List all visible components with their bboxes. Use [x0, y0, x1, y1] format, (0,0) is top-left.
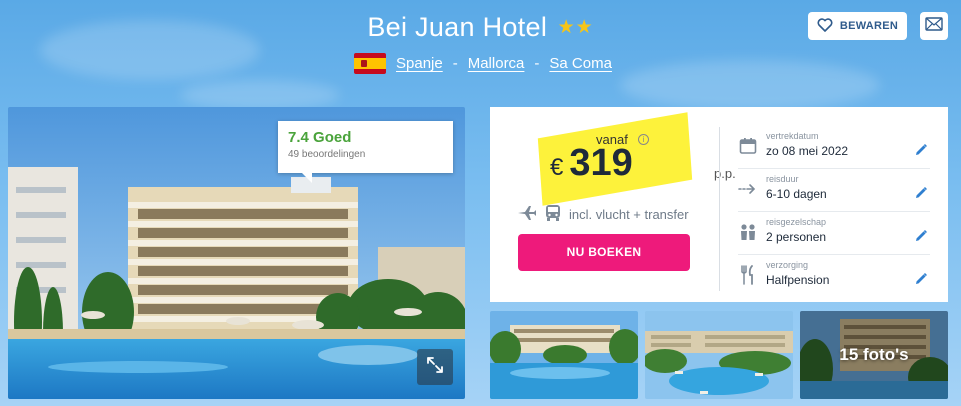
- location-breadcrumb: Spanje - Mallorca - Sa Coma: [354, 53, 612, 74]
- detail-label: verzorging: [766, 260, 809, 270]
- info-icon[interactable]: i: [638, 134, 649, 145]
- rating-score: 7.4: [288, 129, 309, 146]
- price-currency: €: [550, 154, 564, 181]
- gallery-thumbnail-more[interactable]: 15 foto's: [800, 311, 948, 399]
- more-photos-label: 15 foto's: [839, 345, 909, 364]
- detail-duration[interactable]: reisduur 6-10 dagen: [738, 170, 928, 208]
- rating-score-line: 7.4 Goed: [288, 129, 443, 146]
- duration-arrow-icon: [738, 179, 758, 199]
- book-now-button[interactable]: NU BOEKEN: [518, 234, 690, 271]
- detail-value: Halfpension: [766, 273, 830, 287]
- heart-icon: [817, 17, 833, 35]
- price-row: € 319: [550, 142, 633, 185]
- pencil-icon[interactable]: [914, 272, 928, 291]
- detail-travel-party[interactable]: reisgezelschap 2 personen: [738, 213, 928, 251]
- location-city-link[interactable]: Sa Coma: [549, 55, 612, 72]
- spain-flag-icon: [354, 53, 386, 74]
- includes-text: incl. vlucht + transfer: [569, 207, 689, 222]
- price-amount: 319: [569, 142, 633, 184]
- cutlery-icon: [738, 265, 758, 285]
- calendar-icon: [738, 136, 758, 156]
- expand-icon: [426, 356, 444, 379]
- people-icon: [738, 222, 758, 242]
- detail-label: reisgezelschap: [766, 217, 827, 227]
- rating-label: Goed: [313, 129, 352, 146]
- pencil-icon[interactable]: [914, 186, 928, 205]
- detail-value: 6-10 dagen: [766, 187, 827, 201]
- panel-divider: [719, 127, 720, 291]
- detail-label: reisduur: [766, 174, 799, 184]
- price-per-person: p.p.: [714, 166, 736, 181]
- plane-icon: [517, 205, 537, 224]
- mail-button[interactable]: [920, 12, 948, 40]
- detail-departure-date[interactable]: vertrekdatum zo 08 mei 2022: [738, 127, 928, 165]
- detail-separator: [738, 168, 930, 169]
- bus-icon: [545, 204, 561, 225]
- location-separator: -: [452, 55, 458, 72]
- expand-photo-button[interactable]: [417, 349, 453, 385]
- save-button[interactable]: BEWAREN: [808, 12, 907, 40]
- detail-separator: [738, 211, 930, 212]
- price-block: vanaf i € 319 p.p.: [537, 112, 736, 206]
- location-country-link[interactable]: Spanje: [396, 55, 443, 72]
- detail-value: zo 08 mei 2022: [766, 144, 849, 158]
- detail-separator: [738, 254, 930, 255]
- rating-review-count: 49 beoordelingen: [288, 149, 366, 160]
- pencil-icon[interactable]: [914, 229, 928, 248]
- location-region-link[interactable]: Mallorca: [468, 55, 525, 72]
- rating-card[interactable]: 7.4 Goed 49 beoordelingen: [278, 121, 453, 183]
- save-button-label: BEWAREN: [839, 20, 899, 32]
- includes-row: incl. vlucht + transfer: [517, 204, 689, 225]
- booking-panel: vanaf i € 319 p.p. incl. vlucht + transf…: [490, 107, 948, 302]
- gallery-thumbnail[interactable]: [490, 311, 638, 399]
- location-separator: -: [534, 55, 540, 72]
- pencil-icon[interactable]: [914, 143, 928, 162]
- gallery-thumbnail-image: [490, 311, 638, 399]
- hotel-title: Bei Juan Hotel: [367, 12, 548, 42]
- mail-icon: [925, 16, 943, 36]
- detail-label: vertrekdatum: [766, 131, 819, 141]
- hotel-star-rating: ★★: [557, 17, 594, 38]
- detail-value: 2 personen: [766, 230, 827, 244]
- detail-board[interactable]: verzorging Halfpension: [738, 256, 928, 294]
- gallery-thumbnail[interactable]: [645, 311, 793, 399]
- gallery-thumbnail-image: [645, 311, 793, 399]
